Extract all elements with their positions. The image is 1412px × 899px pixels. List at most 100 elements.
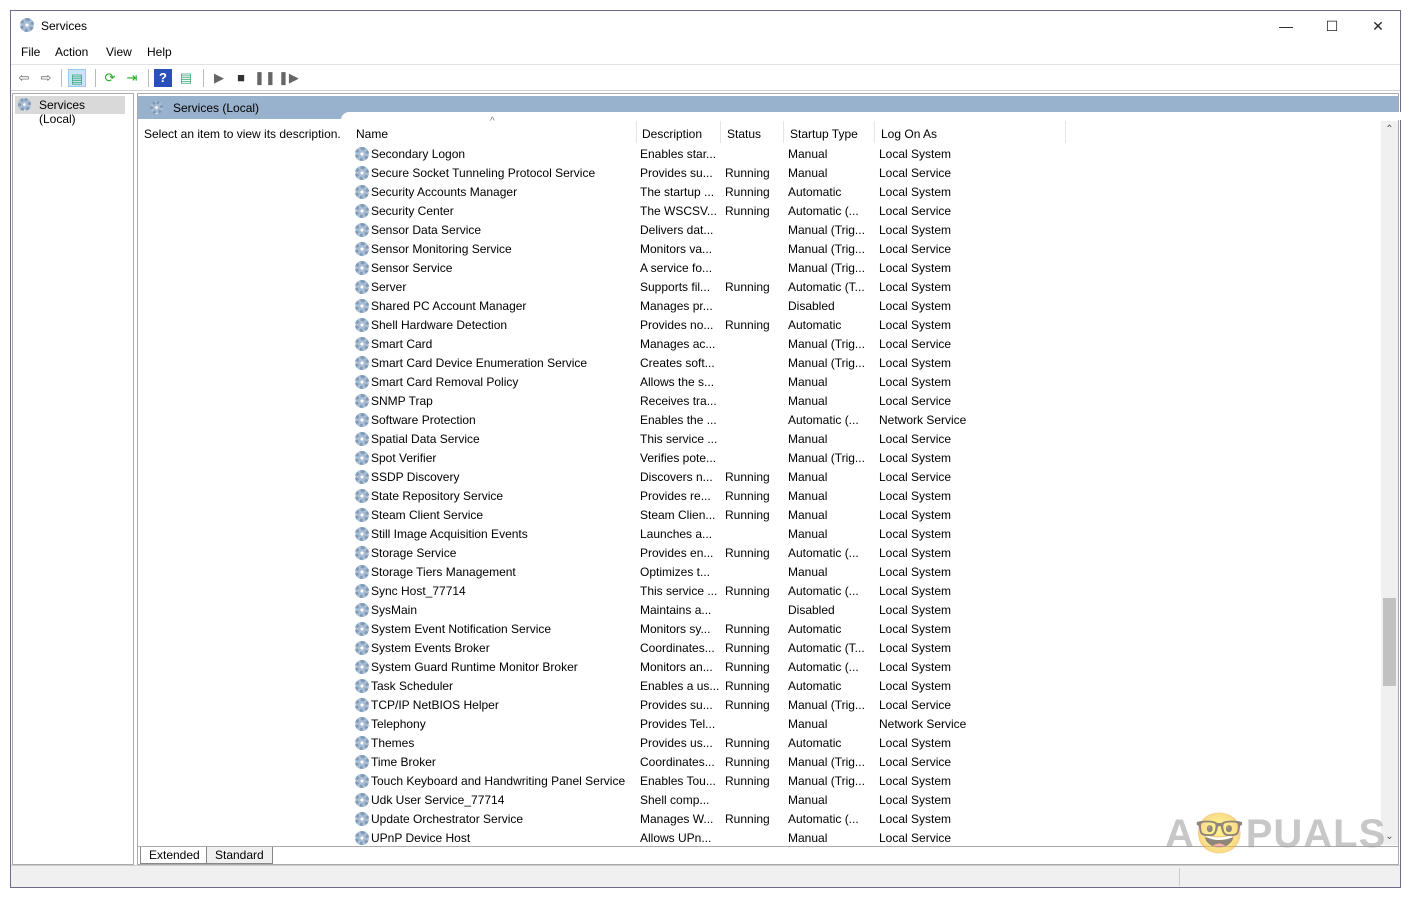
service-row[interactable]: Server Supports fil... Running Automatic (T… bbox=[353, 278, 1383, 297]
service-startup-type: Automatic (... bbox=[788, 584, 859, 598]
service-row[interactable]: Storage Service Provides en... Running Auto… bbox=[353, 544, 1383, 563]
show-hide-console-tree-icon[interactable]: ▤ bbox=[68, 69, 86, 87]
window-title: Services bbox=[41, 19, 88, 33]
service-log-on-as: Local System bbox=[879, 185, 952, 199]
service-gear-icon bbox=[355, 337, 369, 351]
tree-item-services-local[interactable]: Services (Local) bbox=[15, 96, 125, 126]
menu-action[interactable]: Action bbox=[55, 45, 88, 59]
stop-service-icon[interactable]: ■ bbox=[232, 69, 250, 87]
service-name: Update Orchestrator Service bbox=[371, 812, 524, 826]
column-header-log-on-as[interactable]: Log On As bbox=[881, 127, 937, 141]
services-gear-icon bbox=[150, 101, 163, 114]
service-row[interactable]: Smart Card Device Enumeration Service Cre… bbox=[353, 354, 1383, 373]
service-startup-type: Automatic (... bbox=[788, 812, 859, 826]
service-row[interactable]: Still Image Acquisition Events Launches a… bbox=[353, 525, 1383, 544]
service-row[interactable]: Sensor Service A service fo... Manual (Tri… bbox=[353, 259, 1383, 278]
service-log-on-as: Local System bbox=[879, 147, 952, 161]
service-row[interactable]: Spot Verifier Verifies pote... Manual (Tri… bbox=[353, 449, 1383, 468]
service-log-on-as: Local Service bbox=[879, 166, 952, 180]
services-gear-icon bbox=[20, 18, 34, 32]
service-row[interactable]: State Repository Service Provides re... Ru… bbox=[353, 487, 1383, 506]
service-description: This service ... bbox=[640, 432, 718, 446]
service-gear-icon bbox=[355, 451, 369, 465]
service-name: SNMP Trap bbox=[371, 394, 433, 408]
help-icon[interactable]: ? bbox=[154, 69, 172, 87]
service-row[interactable]: Shell Hardware Detection Provides no... Ru… bbox=[353, 316, 1383, 335]
service-row[interactable]: Steam Client Service Steam Clien... Runnin… bbox=[353, 506, 1383, 525]
pause-service-icon[interactable]: ❚❚ bbox=[254, 69, 276, 87]
service-row[interactable]: Time Broker Coordinates... Running Manual (… bbox=[353, 753, 1383, 772]
service-row[interactable]: System Event Notification Service Monitor… bbox=[353, 620, 1383, 639]
column-header-description[interactable]: Description bbox=[642, 127, 702, 141]
service-row[interactable]: Security Center The WSCSV... Running Automa… bbox=[353, 202, 1383, 221]
service-name: Touch Keyboard and Handwriting Panel Ser… bbox=[371, 774, 626, 788]
service-gear-icon bbox=[355, 565, 369, 579]
service-row[interactable]: Smart Card Manages ac... Manual (Trig... Lo… bbox=[353, 335, 1383, 354]
service-row[interactable]: System Guard Runtime Monitor Broker Monit… bbox=[353, 658, 1383, 677]
service-row[interactable]: Software Protection Enables the ... Automa… bbox=[353, 411, 1383, 430]
service-description: Manages W... bbox=[640, 812, 714, 826]
service-name: Spatial Data Service bbox=[371, 432, 480, 446]
scroll-up-icon[interactable]: ⌃ bbox=[1381, 121, 1398, 138]
restart-service-icon[interactable]: ❚▶ bbox=[278, 69, 299, 87]
service-log-on-as: Local System bbox=[879, 223, 952, 237]
maximize-button[interactable]: ☐ bbox=[1309, 11, 1355, 41]
service-row[interactable]: Storage Tiers Management Optimizes t... Ma… bbox=[353, 563, 1383, 582]
service-startup-type: Manual bbox=[788, 793, 828, 807]
service-description: Maintains a... bbox=[640, 603, 712, 617]
service-row[interactable]: System Events Broker Coordinates... Runnin… bbox=[353, 639, 1383, 658]
back-arrow-icon[interactable]: ⇦ bbox=[15, 69, 33, 87]
menu-view[interactable]: View bbox=[106, 45, 132, 59]
service-row[interactable]: Touch Keyboard and Handwriting Panel Ser… bbox=[353, 772, 1383, 791]
service-row[interactable]: Telephony Provides Tel... Manual Network Se… bbox=[353, 715, 1383, 734]
forward-arrow-icon[interactable]: ⇨ bbox=[37, 69, 55, 87]
service-gear-icon bbox=[355, 394, 369, 408]
service-name: System Guard Runtime Monitor Broker bbox=[371, 660, 578, 674]
column-header-name[interactable]: Name bbox=[356, 127, 388, 141]
column-header-startup-type[interactable]: Startup Type bbox=[790, 127, 858, 141]
service-gear-icon bbox=[355, 432, 369, 446]
service-row[interactable]: Sensor Data Service Delivers dat... Manual… bbox=[353, 221, 1383, 240]
service-row[interactable]: Secure Socket Tunneling Protocol Service… bbox=[353, 164, 1383, 183]
service-name: Time Broker bbox=[371, 755, 436, 769]
service-row[interactable]: Themes Provides us... Running Automatic Loca… bbox=[353, 734, 1383, 753]
tab-extended[interactable]: Extended bbox=[140, 847, 209, 864]
service-startup-type: Manual bbox=[788, 432, 828, 446]
tab-standard[interactable]: Standard bbox=[206, 847, 273, 864]
service-row[interactable]: SNMP Trap Receives tra... Manual Local Serv… bbox=[353, 392, 1383, 411]
service-startup-type: Manual (Trig... bbox=[788, 774, 865, 788]
start-service-icon[interactable]: ▶ bbox=[210, 69, 228, 87]
service-row[interactable]: Spatial Data Service This service ... Manu… bbox=[353, 430, 1383, 449]
vertical-scrollbar[interactable]: ⌃ ⌄ bbox=[1381, 121, 1398, 845]
service-status: Running bbox=[725, 185, 770, 199]
minimize-button[interactable]: — bbox=[1263, 11, 1309, 41]
service-row[interactable]: Smart Card Removal Policy Allows the s...… bbox=[353, 373, 1383, 392]
menu-file[interactable]: File bbox=[21, 45, 40, 59]
menu-help[interactable]: Help bbox=[147, 45, 172, 59]
service-status: Running bbox=[725, 736, 770, 750]
service-row[interactable]: SysMain Maintains a... Disabled Local Syste… bbox=[353, 601, 1383, 620]
refresh-icon[interactable]: ⟳ bbox=[101, 69, 119, 87]
properties-pane-icon[interactable]: ▤ bbox=[177, 69, 195, 87]
service-row[interactable]: TCP/IP NetBIOS Helper Provides su... Runni… bbox=[353, 696, 1383, 715]
service-gear-icon bbox=[355, 831, 369, 845]
service-row[interactable]: Sync Host_77714 This service ... Running Au… bbox=[353, 582, 1383, 601]
scroll-thumb[interactable] bbox=[1383, 598, 1396, 686]
service-status: Running bbox=[725, 679, 770, 693]
service-row[interactable]: Security Accounts Manager The startup ...… bbox=[353, 183, 1383, 202]
service-row[interactable]: Secondary Logon Enables star... Manual Loca… bbox=[353, 145, 1383, 164]
service-row[interactable]: SSDP Discovery Discovers n... Running Manua… bbox=[353, 468, 1383, 487]
service-log-on-as: Local System bbox=[879, 660, 952, 674]
service-startup-type: Manual bbox=[788, 508, 828, 522]
export-list-icon[interactable]: ⇥ bbox=[123, 69, 141, 87]
appuals-watermark: A🤓PUALS bbox=[1165, 812, 1387, 856]
close-button[interactable]: ✕ bbox=[1355, 11, 1401, 41]
service-gear-icon bbox=[355, 413, 369, 427]
service-description: Enables the ... bbox=[640, 413, 717, 427]
service-row[interactable]: Shared PC Account Manager Manages pr... Di… bbox=[353, 297, 1383, 316]
service-row[interactable]: Sensor Monitoring Service Monitors va... M… bbox=[353, 240, 1383, 259]
column-header-status[interactable]: Status bbox=[727, 127, 761, 141]
service-row[interactable]: Udk User Service_77714 Shell comp... Manua… bbox=[353, 791, 1383, 810]
service-log-on-as: Local System bbox=[879, 812, 952, 826]
service-row[interactable]: Task Scheduler Enables a us... Running Auto… bbox=[353, 677, 1383, 696]
